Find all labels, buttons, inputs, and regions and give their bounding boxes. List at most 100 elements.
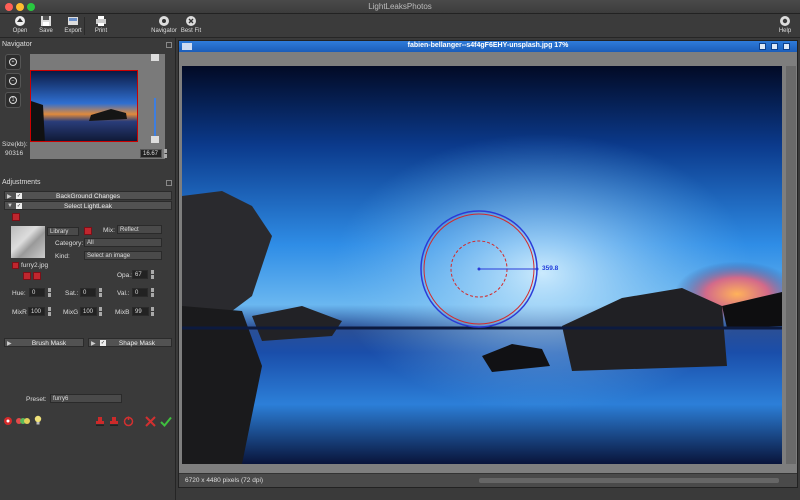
opacity-stepper[interactable] <box>151 270 154 279</box>
saturation-field[interactable]: 0 <box>80 288 96 297</box>
lightleak-preview-image[interactable] <box>11 226 45 258</box>
photo-canvas[interactable]: 359.8 <box>182 66 782 464</box>
best-fit-button[interactable]: Best Fit <box>177 15 205 37</box>
title-bar: LightLeaksPhotos <box>0 0 800 14</box>
preset-dropdown[interactable]: furry6 <box>50 394 122 403</box>
value-field[interactable]: 0 <box>132 288 148 297</box>
stamp-alt-icon[interactable] <box>109 416 119 426</box>
vertical-scrollbar[interactable] <box>786 66 796 464</box>
image-window-titlebar[interactable]: fabien-bellanger--s4f4gF6EHY-unsplash.jp… <box>179 41 797 52</box>
apply-check-icon[interactable] <box>160 416 172 427</box>
mixr-label: MixR <box>12 309 27 316</box>
print-button[interactable]: Print <box>87 15 115 37</box>
stamp-icon[interactable] <box>95 416 105 426</box>
mix-label: Mix: <box>103 227 115 234</box>
save-label: Save <box>39 28 53 34</box>
mixr-stepper[interactable] <box>48 307 51 316</box>
category-label: Category: <box>55 240 84 247</box>
opacity-field[interactable]: 67 <box>132 270 148 279</box>
brush-mask-row[interactable]: ▶ Brush Mask <box>4 338 84 347</box>
image-window-minimize-icon[interactable] <box>759 43 766 50</box>
mix-dropdown[interactable]: Reflect <box>117 225 162 234</box>
random-burst-icon[interactable] <box>3 416 13 426</box>
zoom-slider-down-icon[interactable] <box>151 136 159 143</box>
mixb-field[interactable]: 99 <box>132 307 149 316</box>
shape-mask-row[interactable]: ▶ ✓ Shape Mask <box>88 338 172 347</box>
mask-center-handle[interactable] <box>477 267 481 271</box>
navigator-label: Navigator <box>151 28 177 34</box>
open-button[interactable]: Open <box>6 15 34 37</box>
mixr-field[interactable]: 100 <box>28 307 45 316</box>
lightleak-color-swatch[interactable] <box>12 213 20 221</box>
export-icon <box>68 17 78 25</box>
reset-icon[interactable] <box>123 416 134 427</box>
open-folder-icon <box>15 16 25 26</box>
navigator-button[interactable]: Navigator <box>150 15 178 37</box>
zoom-out-nav-button[interactable]: − <box>5 73 21 89</box>
kind-label: Kind: <box>55 253 70 260</box>
background-changes-row[interactable]: ▶ ✓ BackGround Changes <box>4 191 172 200</box>
image-window-title: fabien-bellanger--s4f4gF6EHY-unsplash.jp… <box>407 42 569 49</box>
image-window-maximize-icon[interactable] <box>771 43 778 50</box>
cancel-x-icon[interactable] <box>145 416 156 427</box>
print-label: Print <box>94 28 108 34</box>
size-value: 90316 <box>5 150 24 157</box>
lightleak-swatch-a[interactable] <box>23 272 31 280</box>
zoom-stepper[interactable] <box>164 149 167 158</box>
kind-dropdown[interactable]: Select an image <box>84 251 162 260</box>
mixg-field[interactable]: 100 <box>80 307 97 316</box>
library-dropdown[interactable]: Library <box>47 227 79 236</box>
saturation-stepper[interactable] <box>99 288 102 297</box>
color-dots-icon[interactable] <box>16 417 30 425</box>
value-stepper[interactable] <box>151 288 154 297</box>
size-label: Size(kb): <box>2 141 28 148</box>
image-window: fabien-bellanger--s4f4gF6EHY-unsplash.jp… <box>178 40 798 488</box>
brush-mask-label: Brush Mask <box>31 340 67 347</box>
shape-mask-expand-icon[interactable]: ▶ <box>91 340 96 347</box>
toolbar: Open Save Export Print Navigator Best Fi… <box>0 14 800 38</box>
zoom-percent-field[interactable]: 16.67 <box>140 149 162 158</box>
app-title: LightLeaksPhotos <box>368 2 432 11</box>
navigator-panel-close-icon[interactable] <box>166 42 172 48</box>
hue-field[interactable]: 0 <box>29 288 45 297</box>
zoom-actual-nav-button[interactable]: 1 <box>5 92 21 108</box>
opacity-label: Opa.: <box>117 272 133 279</box>
lightleak-swatch-b[interactable] <box>33 272 41 280</box>
zoom-in-icon: + <box>9 58 17 66</box>
radius-handle[interactable] <box>535 267 539 271</box>
help-button[interactable]: Help <box>771 15 799 37</box>
category-dropdown[interactable]: All <box>84 238 162 247</box>
zoom-slider-track[interactable] <box>154 98 156 136</box>
brush-mask-expand-icon[interactable]: ▶ <box>7 340 12 347</box>
adjustments-panel-close-icon[interactable] <box>166 180 172 186</box>
zoom-slider[interactable] <box>150 54 160 144</box>
save-disk-icon <box>41 16 51 26</box>
save-button[interactable]: Save <box>32 15 60 37</box>
mixb-label: MixB <box>115 309 130 316</box>
select-lightleak-row[interactable]: ▼ ✓ Select LightLeak <box>4 201 172 210</box>
shape-mask-overlay[interactable] <box>182 66 782 464</box>
hue-stepper[interactable] <box>48 288 51 297</box>
left-panel: Navigator + − 1 Size(kb): 90316 16.67 Ad… <box>0 38 176 500</box>
actual-size-icon: 1 <box>9 96 17 104</box>
horizontal-scrollbar[interactable] <box>479 478 779 483</box>
zoom-in-nav-button[interactable]: + <box>5 54 21 70</box>
image-window-close-icon[interactable] <box>783 43 790 50</box>
mixb-stepper[interactable] <box>151 307 154 316</box>
file-name-label: furry2.jpg <box>21 262 49 269</box>
export-button[interactable]: Export <box>59 15 87 37</box>
navigator-section-title: Navigator <box>2 41 32 48</box>
navigator-preview[interactable] <box>30 54 165 159</box>
help-lifebuoy-icon <box>780 16 790 26</box>
file-remove-icon[interactable] <box>12 262 19 269</box>
preset-label: Preset: <box>26 396 47 403</box>
background-changes-label: BackGround Changes <box>56 193 120 200</box>
app-window: LightLeaksPhotos Open Save Export Print … <box>0 0 800 500</box>
image-dimensions-label: 6720 x 4480 pixels (72 dpi) <box>185 477 264 484</box>
light-bulb-icon[interactable] <box>34 415 42 425</box>
best-fit-label: Best Fit <box>180 28 202 34</box>
adjustments-section-title: Adjustments <box>2 179 41 186</box>
library-color-swatch[interactable] <box>84 227 92 235</box>
zoom-slider-up-icon[interactable] <box>151 54 159 61</box>
mixg-stepper[interactable] <box>99 307 102 316</box>
